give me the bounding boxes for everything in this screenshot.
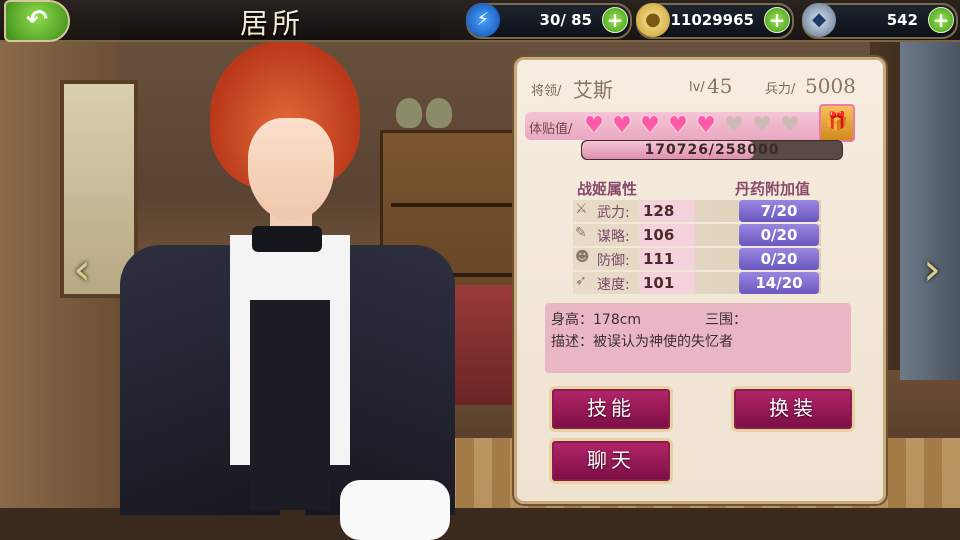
prev-arrow-icon[interactable]: ‹	[70, 238, 94, 302]
heart-filled-icon: ♥	[696, 113, 716, 138]
gold-value: 11029965	[670, 11, 755, 29]
level-value: 45	[707, 74, 733, 98]
gem-value: 542	[886, 11, 918, 29]
vest	[250, 300, 330, 510]
character-name: 艾斯	[573, 78, 613, 102]
heart-empty-icon: ♥	[724, 113, 744, 138]
back-button[interactable]: ↶	[4, 0, 70, 42]
level-label: lv/	[689, 80, 705, 95]
add-gold-button[interactable]: +	[764, 7, 790, 33]
stat-label: 武力:	[597, 205, 630, 221]
heart-filled-icon: ♥	[640, 113, 660, 138]
character-info-panel: 将领/ 艾斯 lv/ 45 兵力/ 5008 体贴值/ ♥ ♥ ♥ ♥ ♥ ♥ ♥ ♥ 🎁 1…	[514, 57, 886, 504]
boot-icon: ➶	[575, 273, 587, 289]
add-gem-button[interactable]: +	[928, 7, 954, 33]
back-arrow-icon: ↶	[26, 5, 48, 35]
height-text: 身高：178cm	[551, 312, 642, 328]
coin-icon: ●	[636, 3, 670, 37]
stat-row: ✎ 谋略: 106 0/20	[573, 224, 821, 246]
chat-button[interactable]: 聊天	[549, 438, 673, 484]
description-text: 描述：被误认为神使的失忆者	[551, 334, 733, 350]
stat-bonus: 0/20	[739, 248, 819, 270]
affection-value: 170726/258000	[644, 142, 780, 158]
gold-counter: ● 11029965 +	[636, 3, 794, 39]
general-row: 将领/ 艾斯 lv/ 45 兵力/ 5008	[531, 74, 856, 102]
page-title: 居所	[240, 7, 305, 40]
curtain	[900, 40, 960, 380]
bow-tie	[252, 226, 322, 252]
affection-row: 体贴值/ ♥ ♥ ♥ ♥ ♥ ♥ ♥ ♥	[525, 112, 825, 140]
character-portrait[interactable]	[100, 40, 460, 540]
sword-icon: ⚔	[575, 201, 588, 217]
add-energy-button[interactable]: +	[602, 7, 628, 33]
gift-box-icon[interactable]: 🎁	[819, 104, 855, 142]
heart-filled-icon: ♥	[584, 113, 604, 138]
skills-button[interactable]: 技能	[549, 386, 673, 432]
profile-box: 身高：178cm 三围： 描述：被误认为神使的失忆者	[545, 303, 851, 373]
stat-attr-header: 战姬属性	[577, 180, 638, 198]
affection-label: 体贴值/	[529, 122, 573, 137]
stat-value: 106	[639, 224, 695, 246]
troops-value: 5008	[805, 74, 856, 98]
stat-value: 101	[639, 272, 695, 294]
crystal-icon: ◆	[802, 3, 836, 37]
stat-bonus: 0/20	[739, 224, 819, 246]
energy-counter: ⚡ 30/ 85 +	[466, 3, 632, 39]
stat-label: 速度:	[597, 277, 630, 293]
lightning-icon: ⚡	[466, 3, 500, 37]
stat-bonus-header: 丹药附加值	[735, 180, 811, 198]
scroll-icon: ✎	[575, 225, 587, 241]
heart-filled-icon: ♥	[612, 113, 632, 138]
affection-bar: 170726/258000	[581, 140, 843, 160]
stat-bonus: 14/20	[739, 272, 819, 294]
stat-row: ☻ 防御: 111 0/20	[573, 248, 821, 270]
heart-empty-icon: ♥	[780, 113, 800, 138]
stat-label: 防御:	[597, 253, 630, 269]
energy-value: 30/ 85	[539, 11, 592, 29]
top-bar: ↶ 居所 ⚡ 30/ 85 + ● 11029965 + ◆ 542 +	[0, 0, 960, 42]
stat-value: 111	[639, 248, 695, 270]
outfit-button[interactable]: 换装	[731, 386, 855, 432]
general-label: 将领/	[531, 84, 562, 99]
measurement-text: 三围：	[705, 312, 747, 328]
next-arrow-icon[interactable]: ›	[920, 238, 944, 302]
glove	[340, 480, 450, 540]
troops-label: 兵力/	[765, 82, 796, 97]
stat-row: ⚔ 武力: 128 7/20	[573, 200, 821, 222]
stat-label: 谋略:	[597, 229, 630, 245]
stat-row: ➶ 速度: 101 14/20	[573, 272, 821, 294]
face-front	[248, 118, 334, 218]
stat-bonus: 7/20	[739, 200, 819, 222]
stat-value: 128	[639, 200, 695, 222]
heart-filled-icon: ♥	[668, 113, 688, 138]
shield-mask-icon: ☻	[575, 249, 590, 265]
heart-empty-icon: ♥	[752, 113, 772, 138]
gem-counter: ◆ 542 +	[802, 3, 958, 39]
